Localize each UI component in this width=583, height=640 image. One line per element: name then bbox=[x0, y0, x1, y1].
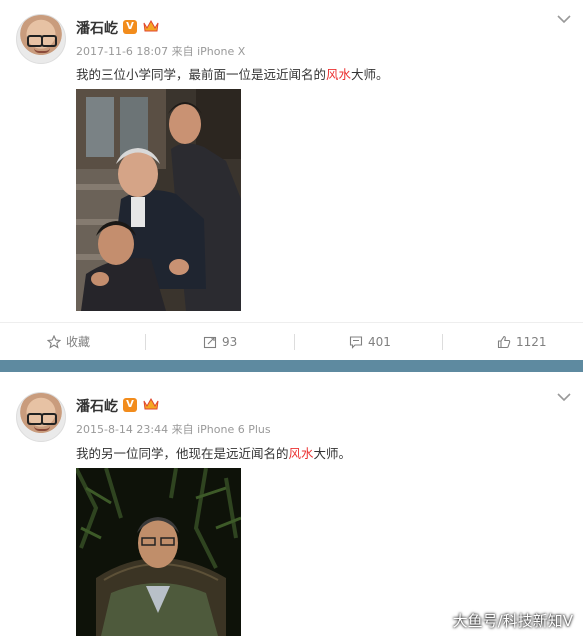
post-text-main: 我的三位小学同学，最前面一位是远近闻名的 bbox=[76, 67, 327, 82]
post-text-main: 我的另一位同学，他现在是远近闻名的 bbox=[76, 446, 289, 461]
star-icon bbox=[47, 335, 61, 349]
post-meta[interactable]: 2017-11-6 18:07 来自 iPhone X bbox=[76, 43, 245, 59]
vip-crown-icon bbox=[143, 397, 159, 410]
like-button[interactable]: 1121 bbox=[497, 323, 547, 361]
glasses bbox=[27, 35, 57, 47]
action-bar: 收藏 93 401 1121 bbox=[0, 322, 583, 360]
like-count: 1121 bbox=[516, 335, 547, 349]
glasses bbox=[27, 413, 57, 425]
chevron-down-icon[interactable] bbox=[557, 392, 571, 402]
favorite-label: 收藏 bbox=[66, 335, 91, 349]
weibo-post-1: 潘石屹 V 2017-11-6 18:07 来自 iPhone X 我的三位小学… bbox=[0, 0, 583, 360]
chevron-down-icon[interactable] bbox=[557, 14, 571, 24]
watermark: 大鱼号/科技新知V bbox=[452, 612, 573, 630]
comment-count: 401 bbox=[368, 335, 391, 349]
post-meta[interactable]: 2015-8-14 23:44 来自 iPhone 6 Plus bbox=[76, 421, 271, 437]
repost-button[interactable]: 93 bbox=[203, 323, 237, 361]
author-avatar[interactable] bbox=[16, 14, 66, 64]
favorite-button[interactable]: 收藏 bbox=[47, 323, 90, 361]
post-text-end: 大师。 bbox=[351, 67, 389, 82]
mouth bbox=[34, 48, 50, 53]
repost-count: 93 bbox=[222, 335, 238, 349]
verified-icon: V bbox=[123, 20, 137, 34]
author-avatar[interactable] bbox=[16, 392, 66, 442]
thumbs-up-icon bbox=[497, 335, 511, 349]
action-divider bbox=[294, 334, 295, 350]
post-photo[interactable] bbox=[76, 89, 241, 311]
post-text: 我的另一位同学，他现在是远近闻名的风水大师。 bbox=[76, 443, 351, 462]
post-photo[interactable] bbox=[76, 468, 241, 636]
repost-icon bbox=[203, 336, 217, 349]
mouth bbox=[34, 426, 50, 431]
post-text-link[interactable]: 风水 bbox=[326, 67, 351, 82]
verified-icon: V bbox=[123, 398, 137, 412]
action-divider bbox=[442, 334, 443, 350]
post-text-link[interactable]: 风水 bbox=[289, 446, 314, 461]
post-text-end: 大师。 bbox=[313, 446, 352, 461]
weibo-post-2: 潘石屹 V 2015-8-14 23:44 来自 iPhone 6 Plus 我… bbox=[0, 372, 583, 640]
comment-icon bbox=[349, 336, 363, 349]
comment-button[interactable]: 401 bbox=[349, 323, 391, 361]
author-name[interactable]: 潘石屹 bbox=[76, 18, 118, 38]
vip-crown-icon bbox=[143, 19, 159, 32]
author-name[interactable]: 潘石屹 bbox=[76, 396, 118, 416]
post-text: 我的三位小学同学，最前面一位是远近闻名的风水大师。 bbox=[76, 64, 389, 83]
action-divider bbox=[145, 334, 146, 350]
post-separator bbox=[0, 360, 583, 372]
